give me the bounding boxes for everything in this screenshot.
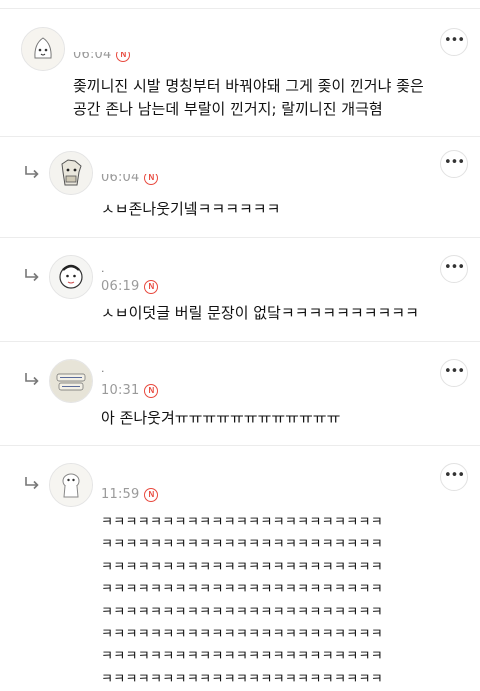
comment-text: 아 존나웃겨ㅠㅠㅠㅠㅠㅠㅠㅠㅠㅠㅠㅠ [101, 409, 341, 427]
reply-item: 06:04 N ••• ㅅㅂ존나웃기넼ㅋㅋㅋㅋㅋㅋ [0, 137, 480, 238]
reply-arrow-icon [24, 165, 40, 179]
comment-text-line: ㅋㅋㅋㅋㅋㅋㅋㅋㅋㅋㅋㅋㅋㅋㅋㅋㅋㅋㅋㅋㅋㅋㅋ [101, 582, 383, 598]
avatar-character-icon [50, 256, 92, 298]
reply-arrow-icon [24, 268, 40, 282]
new-badge-icon: N [144, 280, 159, 294]
more-options-icon: ••• [443, 154, 465, 170]
avatar-character-icon [22, 28, 64, 70]
avatar[interactable] [21, 27, 65, 71]
comment-item: 06:04 N ••• 좆끼니진 시발 명칭부터 바꿔야돼 그게 좆이 낀거냐 좆… [0, 9, 480, 137]
new-badge-icon: N [144, 384, 159, 398]
avatar[interactable] [49, 255, 93, 299]
comment-text-line: ㅋㅋㅋㅋㅋㅋㅋㅋㅋㅋㅋㅋㅋㅋㅋㅋㅋㅋㅋㅋㅋㅋㅋ [101, 559, 383, 575]
reply-item: . 10:31 N ••• 아 존나웃겨ㅠㅠㅠㅠㅠㅠㅠㅠㅠㅠㅠㅠ [0, 342, 480, 446]
reply-item: 11:59 N ••• ㅋㅋㅋㅋㅋㅋㅋㅋㅋㅋㅋㅋㅋㅋㅋㅋㅋㅋㅋㅋㅋㅋㅋ ㅋㅋㅋㅋㅋ… [0, 446, 480, 687]
author-name: . [101, 362, 105, 375]
more-options-icon: ••• [443, 32, 465, 48]
avatar[interactable] [49, 151, 93, 195]
comment-time: 06:19 N [101, 279, 159, 294]
comment-text-line: ㅋㅋㅋㅋㅋㅋㅋㅋㅋㅋㅋㅋㅋㅋㅋㅋㅋㅋㅋㅋㅋㅋㅋ [101, 671, 383, 687]
more-options-icon: ••• [443, 259, 465, 275]
comment-text-line: ㅋㅋㅋㅋㅋㅋㅋㅋㅋㅋㅋㅋㅋㅋㅋㅋㅋㅋㅋㅋㅋㅋㅋ [101, 515, 383, 530]
more-options-button[interactable]: ••• [440, 463, 468, 491]
reply-item: . 06:19 N ••• ㅅㅂ이덧글 버릴 문장이 없닼ㅋㅋㅋㅋㅋㅋㅋㅋㅋㅋ [0, 238, 480, 342]
new-badge-icon: N [116, 52, 131, 62]
avatar-character-icon [50, 464, 92, 506]
reply-arrow-icon [24, 372, 40, 386]
more-options-button[interactable]: ••• [440, 255, 468, 283]
comment-time: 11:59 N [101, 487, 159, 502]
more-options-button[interactable]: ••• [440, 28, 468, 56]
comment-text: ㅋㅋㅋㅋㅋㅋㅋㅋㅋㅋㅋㅋㅋㅋㅋㅋㅋㅋㅋㅋㅋㅋㅋ ㅋㅋㅋㅋㅋㅋㅋㅋㅋㅋㅋㅋㅋㅋㅋㅋ… [101, 512, 383, 691]
more-options-icon: ••• [443, 363, 465, 379]
comment-time: 06:04 N [101, 174, 159, 187]
comment-text: ㅅㅂ존나웃기넼ㅋㅋㅋㅋㅋㅋ [101, 200, 281, 218]
more-options-button[interactable]: ••• [440, 359, 468, 387]
comment-text-line: ㅋㅋㅋㅋㅋㅋㅋㅋㅋㅋㅋㅋㅋㅋㅋㅋㅋㅋㅋㅋㅋㅋㅋ [101, 537, 383, 553]
comment-text-line: ㅋㅋㅋㅋㅋㅋㅋㅋㅋㅋㅋㅋㅋㅋㅋㅋㅋㅋㅋㅋㅋㅋㅋ [101, 627, 383, 643]
comment-time: 06:04 N [73, 52, 131, 64]
reply-arrow-icon [24, 476, 40, 490]
new-badge-icon: N [144, 488, 159, 502]
more-options-icon: ••• [443, 467, 465, 483]
avatar[interactable] [49, 359, 93, 403]
comment-time: 10:31 N [101, 383, 159, 398]
comment-text: ㅅㅂ이덧글 버릴 문장이 없닼ㅋㅋㅋㅋㅋㅋㅋㅋㅋㅋ [101, 304, 419, 322]
avatar-character-icon [50, 360, 92, 402]
author-name: . [101, 262, 105, 275]
new-badge-icon: N [144, 174, 159, 185]
comment-text-line: ㅋㅋㅋㅋㅋㅋㅋㅋㅋㅋㅋㅋㅋㅋㅋㅋㅋㅋㅋㅋㅋㅋㅋ [101, 649, 383, 665]
comment-text-line: ㅋㅋㅋㅋㅋㅋㅋㅋㅋㅋㅋㅋㅋㅋㅋㅋㅋㅋㅋㅋㅋㅋㅋ [101, 604, 383, 620]
avatar[interactable] [49, 463, 93, 507]
comment-text: 좆끼니진 시발 명칭부터 바꿔야돼 그게 좆이 낀거냐 좆은 공간 존나 남는데… [73, 77, 429, 118]
more-options-button[interactable]: ••• [440, 150, 468, 178]
avatar-character-icon [50, 152, 92, 194]
